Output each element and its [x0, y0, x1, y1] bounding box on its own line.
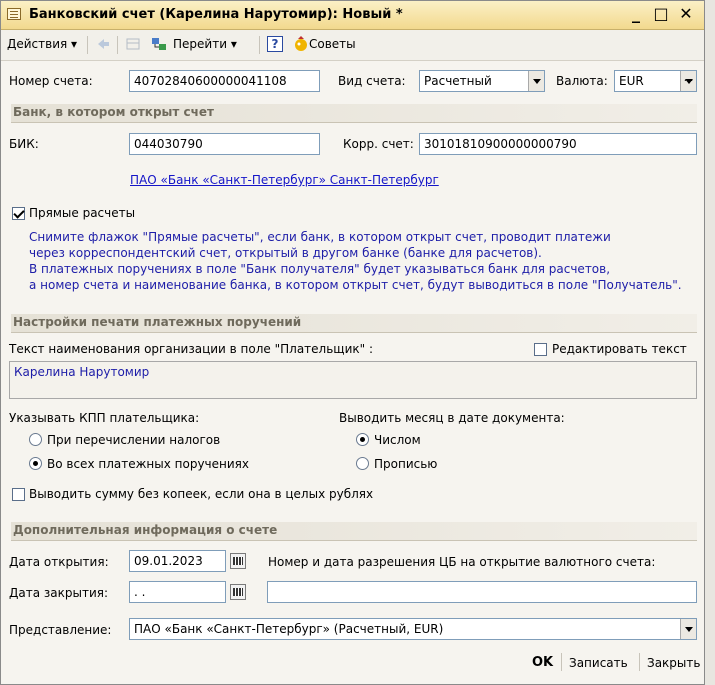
corr-account-input[interactable]: 30101810900000000790 [419, 133, 697, 155]
close-date-input[interactable]: . . [129, 581, 226, 603]
calendar-icon[interactable] [230, 553, 246, 569]
bank-section-header: Банк, в котором открыт счет [11, 104, 697, 123]
toolbar: Действия ▾ Перейти ▾ ? Советы [1, 30, 704, 61]
window-title: Банковский счет (Карелина Нарутомир): Но… [29, 7, 403, 22]
document-icon [7, 8, 21, 20]
currency-value: EUR [619, 74, 644, 88]
direct-settlements-label: Прямые расчеты [29, 206, 136, 220]
corr-account-label: Корр. счет: [343, 137, 414, 151]
print-section-header: Настройки печати платежных поручений [11, 314, 697, 333]
currency-label: Валюта: [556, 74, 608, 88]
month-words-radio[interactable] [356, 457, 369, 470]
close-date-label: Дата закрытия: [9, 586, 109, 600]
month-words-label: Прописью [374, 457, 438, 471]
save-button[interactable]: Записать [569, 656, 628, 670]
representation-select[interactable]: ПАО «Банк «Санкт-Петербург» (Расчетный, … [129, 618, 697, 640]
account-type-value: Расчетный [424, 74, 492, 88]
representation-value: ПАО «Банк «Санкт-Петербург» (Расчетный, … [134, 622, 444, 636]
ok-button[interactable]: OK [532, 655, 553, 670]
calendar-icon[interactable] [230, 584, 246, 600]
toolbar-separator [117, 36, 118, 54]
month-label: Выводить месяц в дате документа: [339, 411, 565, 425]
edit-text-checkbox[interactable] [534, 343, 547, 356]
structure-icon[interactable] [151, 36, 167, 52]
actions-menu[interactable]: Действия ▾ [7, 37, 77, 51]
account-type-label: Вид счета: [338, 74, 406, 88]
title-bar: Банковский счет (Карелина Нарутомир): Но… [1, 1, 704, 30]
table-icon[interactable] [125, 36, 141, 52]
account-type-select[interactable]: Расчетный [419, 70, 545, 92]
open-date-label: Дата открытия: [9, 555, 109, 569]
no-kopecks-checkbox[interactable] [12, 488, 25, 501]
direct-settlements-hint: Снимите флажок "Прямые расчеты", если ба… [29, 230, 682, 292]
toolbar-separator [87, 36, 88, 54]
month-number-label: Числом [374, 433, 421, 447]
extra-section-header: Дополнительная информация о счете [11, 522, 697, 541]
close-button[interactable]: Закрыть [647, 656, 700, 670]
month-number-radio[interactable] [356, 433, 369, 446]
chevron-down-icon[interactable] [528, 71, 544, 91]
chevron-down-icon[interactable] [680, 619, 696, 639]
representation-label: Представление: [9, 623, 112, 637]
close-window-button[interactable]: ✕ [676, 4, 696, 23]
bank-link[interactable]: ПАО «Банк «Санкт-Петербург» Санкт-Петерб… [130, 173, 439, 187]
kpp-label: Указывать КПП плательщика: [9, 411, 200, 425]
bank-account-window: Банковский счет (Карелина Нарутомир): Но… [0, 0, 705, 685]
maximize-button[interactable]: □ [651, 4, 671, 23]
goto-menu[interactable]: Перейти ▾ [173, 37, 237, 51]
tips-button[interactable]: Советы [309, 37, 356, 51]
minimize-button[interactable]: _ [626, 4, 646, 23]
toolbar-separator [259, 36, 260, 54]
currency-input[interactable]: EUR ... [614, 70, 697, 92]
background-strip [705, 0, 715, 685]
select-currency-button[interactable]: ... [680, 71, 696, 91]
direct-settlements-checkbox[interactable] [12, 207, 25, 220]
help-button[interactable]: ? [267, 36, 283, 52]
kpp-all-label: Во всех платежных поручениях [47, 457, 249, 471]
permit-input[interactable] [267, 581, 697, 603]
account-number-input[interactable]: 40702840600000041108 [129, 70, 320, 92]
back-arrow-icon[interactable] [95, 36, 111, 52]
edit-text-label: Редактировать текст [552, 342, 687, 356]
kpp-all-radio[interactable] [29, 457, 42, 470]
kpp-taxes-label: При перечислении налогов [47, 433, 221, 447]
payer-text-label: Текст наименования организации в поле "П… [9, 342, 374, 356]
permit-label: Номер и дата разрешения ЦБ на открытие в… [268, 555, 656, 569]
button-separator [639, 653, 640, 671]
no-kopecks-label: Выводить сумму без копеек, если она в це… [29, 487, 374, 501]
kpp-taxes-radio[interactable] [29, 433, 42, 446]
bik-label: БИК: [9, 137, 39, 151]
account-number-label: Номер счета: [9, 74, 93, 88]
open-date-input[interactable]: 09.01.2023 [129, 550, 226, 572]
payer-text-area[interactable]: Карелина Нарутомир [9, 361, 697, 399]
button-separator [561, 653, 562, 671]
tips-icon[interactable] [293, 36, 309, 52]
bik-input[interactable]: 044030790 [129, 133, 320, 155]
